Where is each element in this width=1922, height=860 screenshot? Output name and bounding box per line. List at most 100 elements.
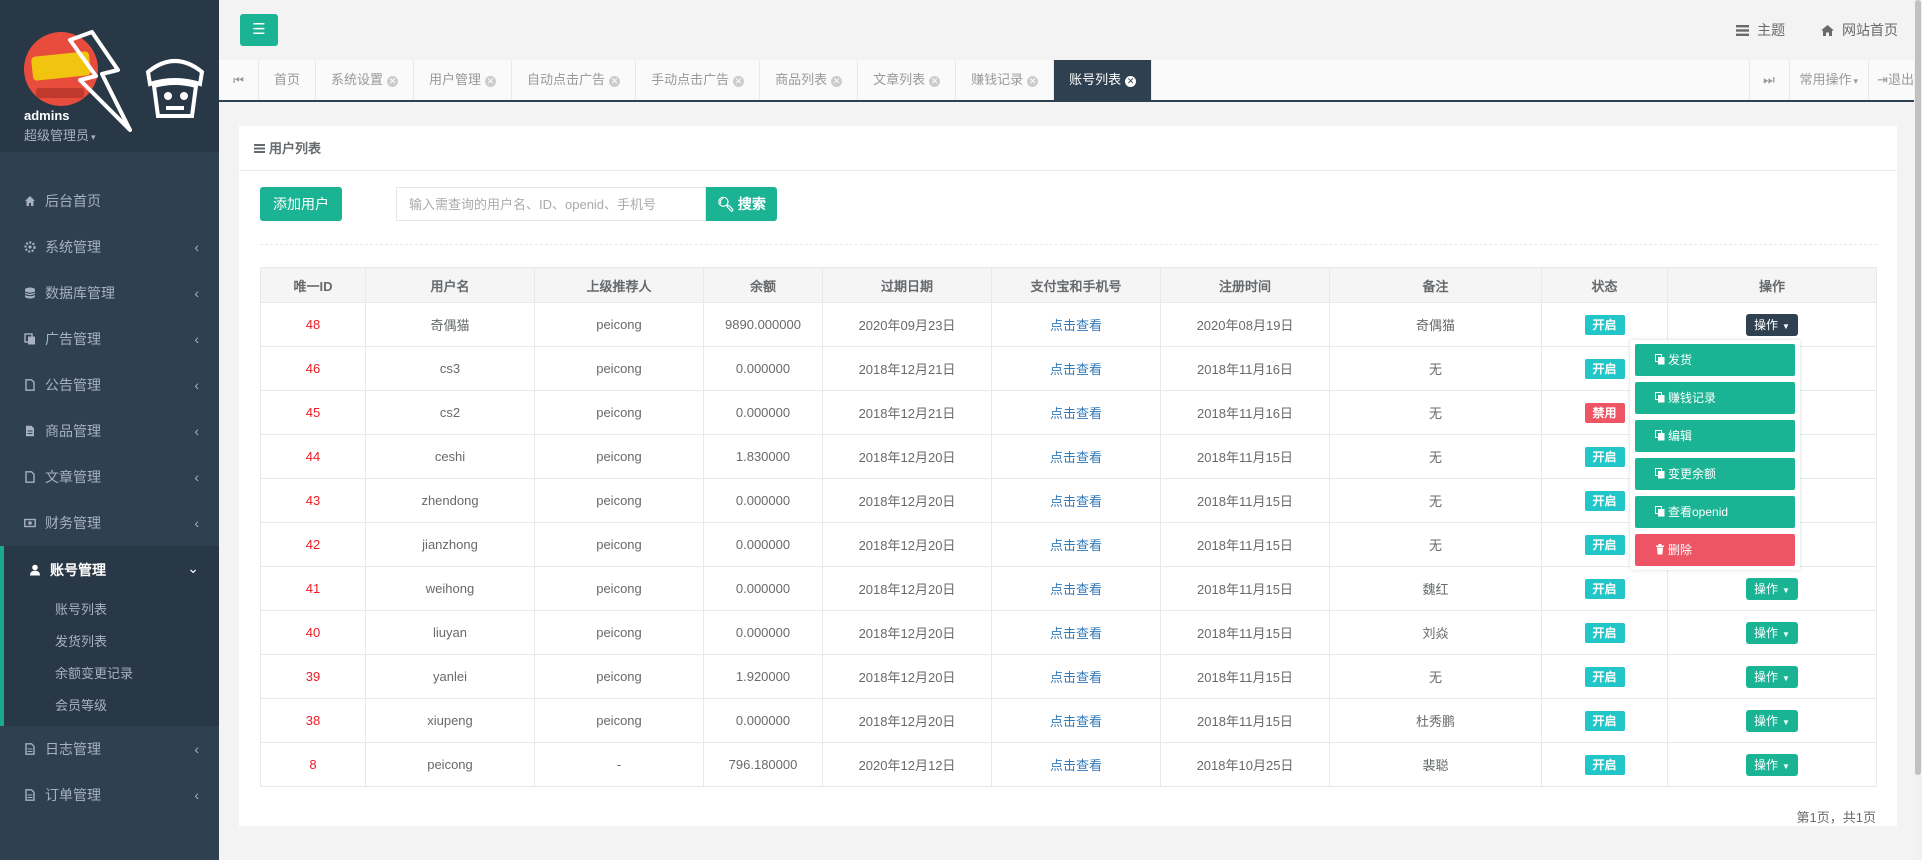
tab-goods-list[interactable]: 商品列表 ✕ — [760, 60, 859, 100]
menu-item-ship[interactable]: 发货 — [1635, 344, 1795, 376]
cell-registered-date: 2018年11月15日 — [1160, 566, 1330, 611]
common-operations-dropdown[interactable]: 常用操作 ▾ — [1788, 60, 1869, 100]
cell-alipay-link[interactable]: 点击查看 — [991, 390, 1161, 435]
file-text-icon — [25, 789, 35, 801]
tab-earning-records[interactable]: 赚钱记录 ✕ — [956, 60, 1055, 100]
sidebar-item-order[interactable]: 订单管理 ‹ — [0, 772, 219, 818]
sidebar-item-goods[interactable]: 商品管理 ‹ — [0, 408, 219, 454]
close-icon[interactable]: ✕ — [929, 76, 941, 87]
status-badge[interactable]: 开启 — [1584, 446, 1625, 467]
search-input[interactable] — [396, 187, 706, 221]
submenu-item-member-level[interactable]: 会员等级 — [29, 690, 219, 722]
tab-auto-click-ads[interactable]: 自动点击广告 ✕ — [512, 60, 637, 100]
chevron-left-icon: ‹ — [194, 285, 199, 301]
status-badge[interactable]: 开启 — [1584, 710, 1625, 731]
col-header-username[interactable]: 用户名 — [365, 267, 535, 303]
row-actions-button[interactable]: 操作 ▼ — [1746, 709, 1798, 732]
sidebar-item-log[interactable]: 日志管理 ‹ — [0, 726, 219, 772]
row-actions-button[interactable]: 操作 ▼ — [1746, 621, 1798, 644]
col-header-registered[interactable]: 注册时间 — [1160, 267, 1330, 303]
cell-alipay-link[interactable]: 点击查看 — [991, 566, 1161, 611]
cell-alipay-link[interactable]: 点击查看 — [991, 742, 1161, 787]
cell-alipay-link[interactable]: 点击查看 — [991, 302, 1161, 347]
page-scrollbar[interactable] — [1914, 0, 1922, 860]
close-icon[interactable]: ✕ — [1027, 76, 1039, 87]
row-actions-label: 操作 — [1754, 581, 1779, 596]
tab-article-list[interactable]: 文章列表 ✕ — [858, 60, 957, 100]
menu-item-edit[interactable]: 编辑 — [1635, 420, 1795, 452]
tab-account-list[interactable]: 账号列表 ✕ — [1054, 60, 1153, 100]
close-icon[interactable]: ✕ — [609, 76, 621, 87]
col-header-alipay[interactable]: 支付宝和手机号 — [991, 267, 1161, 303]
theme-link[interactable]: 主题 — [1736, 22, 1785, 38]
admin-role-dropdown[interactable]: 超级管理员 ▾ — [24, 125, 96, 144]
tabs-scroll-left-button[interactable]: ⏮ — [219, 60, 259, 100]
close-icon[interactable]: ✕ — [831, 76, 843, 87]
status-badge[interactable]: 开启 — [1584, 578, 1625, 599]
sidebar-item-label: 系统管理 — [45, 239, 101, 255]
scrollbar-thumb[interactable] — [1915, 0, 1921, 775]
cell-alipay-link[interactable]: 点击查看 — [991, 610, 1161, 655]
submenu-item-delivery-list[interactable]: 发货列表 — [29, 626, 219, 658]
sidebar-item-ads[interactable]: 广告管理 ‹ — [0, 316, 219, 362]
col-header-status[interactable]: 状态 — [1541, 267, 1668, 303]
col-header-actions[interactable]: 操作 — [1667, 267, 1877, 303]
cell-alipay-link[interactable]: 点击查看 — [991, 522, 1161, 567]
cell-alipay-link[interactable]: 点击查看 — [991, 478, 1161, 523]
status-badge[interactable]: 开启 — [1584, 490, 1625, 511]
submenu-item-account-list[interactable]: 账号列表 — [29, 594, 219, 626]
menu-item-view-openid[interactable]: 查看openid — [1635, 496, 1795, 528]
status-badge[interactable]: 开启 — [1584, 358, 1625, 379]
close-icon[interactable]: ✕ — [1125, 76, 1137, 87]
tab-manual-click-ads[interactable]: 手动点击广告 ✕ — [636, 60, 761, 100]
col-header-balance[interactable]: 余额 — [703, 267, 823, 303]
sidebar-item-notice[interactable]: 公告管理 ‹ — [0, 362, 219, 408]
status-badge[interactable]: 开启 — [1584, 314, 1625, 335]
status-badge[interactable]: 禁用 — [1584, 402, 1625, 423]
tab-home[interactable]: 首页 — [259, 60, 317, 100]
menu-item-earning-records[interactable]: 赚钱记录 — [1635, 382, 1795, 414]
row-actions-button[interactable]: 操作 ▼ — [1746, 313, 1798, 336]
tab-user-management[interactable]: 用户管理 ✕ — [414, 60, 513, 100]
sidebar-item-system[interactable]: 系统管理 ‹ — [0, 224, 219, 270]
cell-registered-date: 2020年08月19日 — [1160, 302, 1330, 347]
status-badge[interactable]: 开启 — [1584, 622, 1625, 643]
col-header-id[interactable]: 唯一ID — [260, 267, 366, 303]
submenu-item-balance-log[interactable]: 余额变更记录 — [29, 658, 219, 690]
search-button[interactable]: 🔍︎ 搜索 — [706, 187, 777, 221]
sidebar-item-home[interactable]: 后台首页 — [0, 178, 219, 224]
col-header-referrer[interactable]: 上级推荐人 — [534, 267, 704, 303]
admin-username: admins — [24, 108, 70, 123]
row-actions-button[interactable]: 操作 ▼ — [1746, 577, 1798, 600]
row-actions-button[interactable]: 操作 ▼ — [1746, 753, 1798, 776]
add-user-button[interactable]: 添加用户 — [260, 187, 342, 221]
tabs-scroll-right-button[interactable]: ⏭ — [1748, 60, 1789, 100]
cell-note: 奇偶猫 — [1329, 302, 1542, 347]
cell-expire-date: 2018年12月20日 — [822, 522, 992, 567]
cell-alipay-link[interactable]: 点击查看 — [991, 346, 1161, 391]
cell-username: cs3 — [365, 346, 535, 391]
sidebar-item-account[interactable]: 账号管理 ⌄ 账号列表 发货列表 余额变更记录 会员等级 — [0, 546, 219, 726]
col-header-note[interactable]: 备注 — [1329, 267, 1542, 303]
cell-note: 刘焱 — [1329, 610, 1542, 655]
col-header-expire[interactable]: 过期日期 — [822, 267, 992, 303]
sidebar-item-database[interactable]: 数据库管理 ‹ — [0, 270, 219, 316]
menu-item-label: 发货 — [1668, 353, 1693, 367]
tab-system-settings[interactable]: 系统设置 ✕ — [316, 60, 415, 100]
site-home-link[interactable]: 网站首页 — [1821, 22, 1898, 38]
close-icon[interactable]: ✕ — [387, 76, 399, 87]
cell-alipay-link[interactable]: 点击查看 — [991, 434, 1161, 479]
status-badge[interactable]: 开启 — [1584, 754, 1625, 775]
sidebar-item-article[interactable]: 文章管理 ‹ — [0, 454, 219, 500]
menu-item-change-balance[interactable]: 变更余额 — [1635, 458, 1795, 490]
menu-toggle-button[interactable]: ☰ — [240, 14, 278, 46]
cell-alipay-link[interactable]: 点击查看 — [991, 698, 1161, 743]
close-icon[interactable]: ✕ — [485, 76, 497, 87]
status-badge[interactable]: 开启 — [1584, 666, 1625, 687]
status-badge[interactable]: 开启 — [1584, 534, 1625, 555]
row-actions-button[interactable]: 操作 ▼ — [1746, 665, 1798, 688]
cell-alipay-link[interactable]: 点击查看 — [991, 654, 1161, 699]
close-icon[interactable]: ✕ — [733, 76, 745, 87]
menu-item-delete[interactable]: 删除 — [1635, 534, 1795, 566]
sidebar-item-finance[interactable]: 财务管理 ‹ — [0, 500, 219, 546]
